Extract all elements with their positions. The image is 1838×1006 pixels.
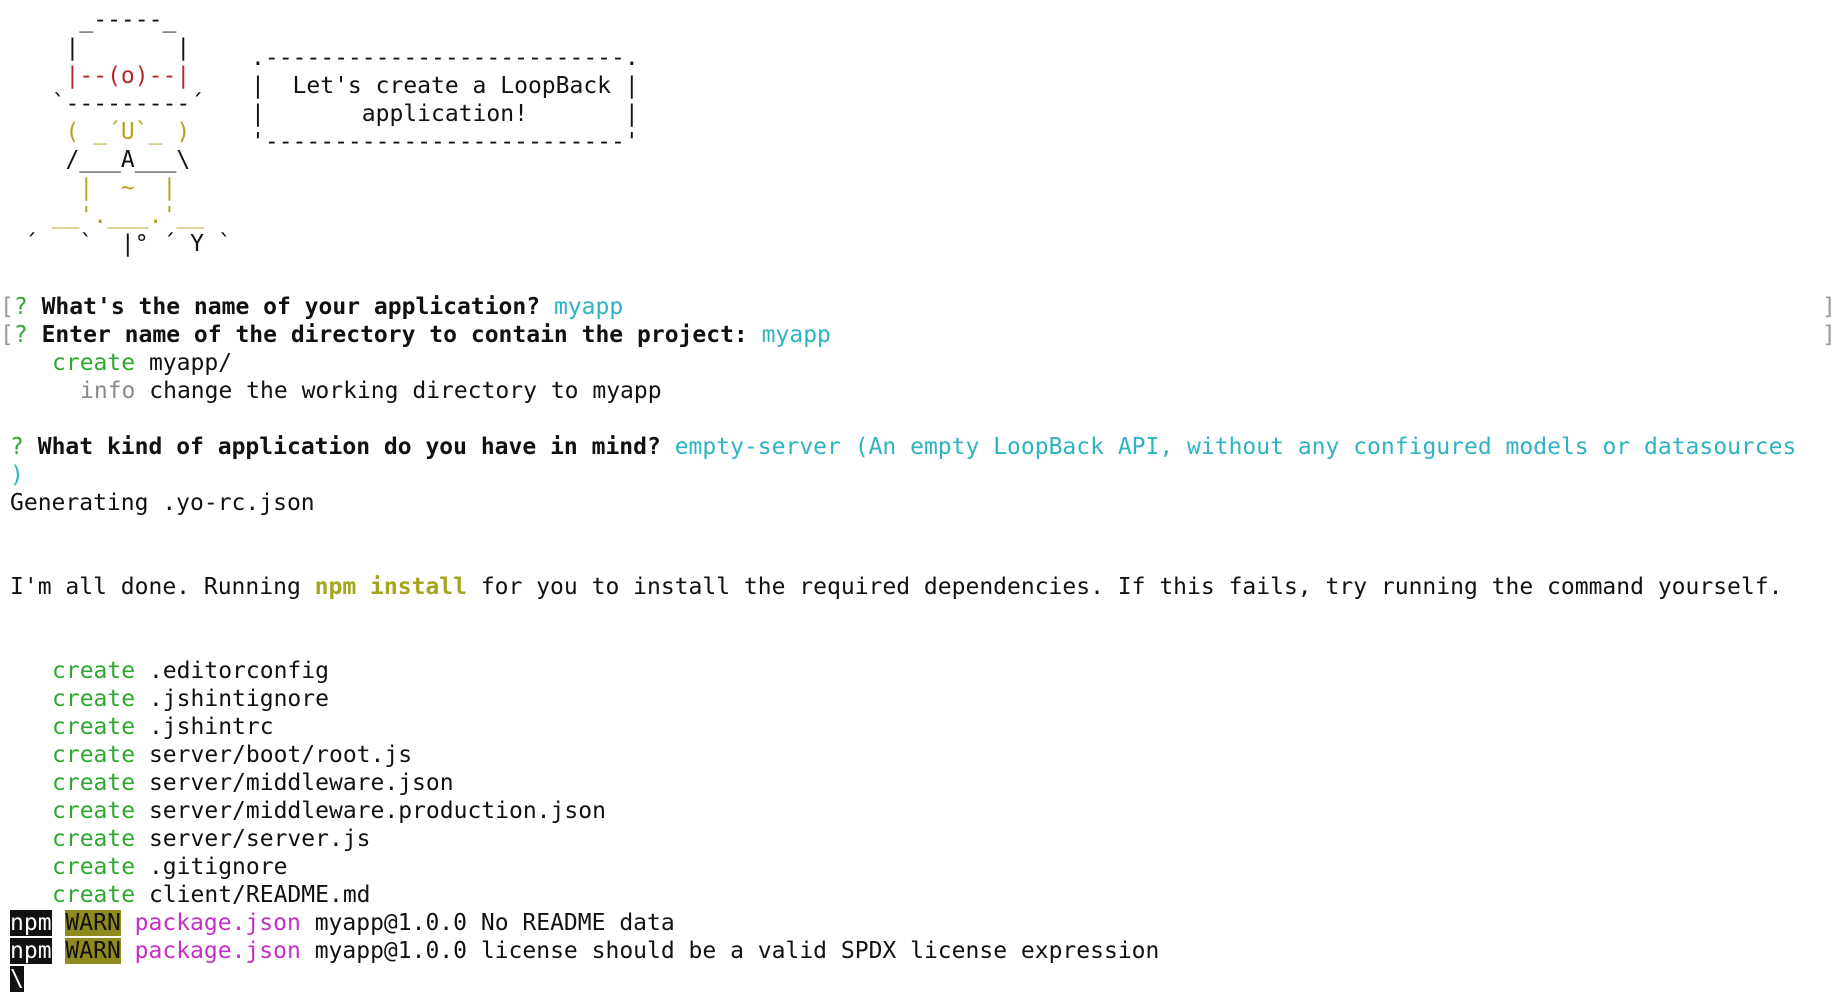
create-label: create [52, 686, 136, 712]
create-label: create [52, 350, 136, 376]
create-label: create [52, 826, 136, 852]
npm-install-highlight: npm install [314, 574, 467, 600]
done-message: I'm all done. Running npm install for yo… [10, 573, 1782, 601]
create-label: create [52, 714, 136, 740]
line-bracket: [ [0, 322, 14, 348]
cursor-block: \ [10, 966, 24, 992]
list-item: create client/README.md [52, 881, 371, 909]
file-path: .jshintignore [148, 686, 329, 712]
list-item: create .gitignore [52, 853, 287, 881]
bubble-line: | Let's create a LoopBack | [251, 73, 639, 99]
generating-line: Generating .yo-rc.json [10, 490, 315, 516]
question-mark-icon: ? [13, 294, 28, 320]
yeoman-line: `---------´ [24, 91, 246, 117]
bubble-line: .--------------------------. [251, 45, 639, 71]
done-text-after: for you to install the required dependen… [466, 574, 1783, 600]
info-label: info [80, 378, 136, 404]
terminal-cursor[interactable]: \ [10, 965, 24, 993]
list-item: create server/server.js [52, 825, 371, 853]
warn-badge: WARN [65, 910, 121, 936]
bubble-line: '--------------------------' [251, 129, 639, 155]
line-bracket-right: ] [1822, 322, 1836, 348]
npm-warning-line: npm WARN package.json myapp@1.0.0 No REA… [10, 909, 675, 937]
log-create: create myapp/ [52, 349, 232, 377]
yeoman-line: | | [24, 35, 246, 61]
prompt-question: What's the name of your application? [41, 294, 541, 320]
file-path: .jshintrc [148, 714, 274, 740]
prompt-answer-wrap: ) [10, 462, 24, 488]
file-path: server/middleware.production.json [148, 798, 606, 824]
create-label: create [52, 798, 136, 824]
list-item: create server/middleware.json [52, 769, 454, 797]
list-item: create server/middleware.production.json [52, 797, 606, 825]
file-path: server/middleware.json [148, 770, 454, 796]
prompt-answer: myapp [553, 294, 624, 320]
file-path: server/boot/root.js [148, 742, 413, 768]
list-item: create .jshintignore [52, 685, 329, 713]
yeoman-line: __'.___.'__ [24, 203, 246, 229]
warning-message: myapp@1.0.0 No README data [314, 910, 675, 936]
list-item: create server/boot/root.js [52, 741, 412, 769]
prompt-directory: [? Enter name of the directory to contai… [0, 321, 831, 349]
yeoman-line: |--(o)--| [24, 62, 246, 90]
warning-message: myapp@1.0.0 license should be a valid SP… [314, 938, 1160, 964]
file-path: .gitignore [148, 854, 288, 880]
warn-badge: WARN [65, 938, 121, 964]
create-path: myapp/ [148, 350, 233, 376]
create-label: create [52, 742, 136, 768]
done-text-before: I'm all done. Running [10, 574, 315, 600]
file-path: .editorconfig [148, 658, 329, 684]
question-mark-icon: ? [10, 434, 24, 460]
warning-source: package.json [134, 910, 301, 936]
yeoman-hat-brim: |--(o)--| [24, 63, 246, 89]
file-path: client/README.md [148, 882, 371, 908]
create-label: create [52, 882, 136, 908]
list-item: create .jshintrc [52, 713, 274, 741]
prompt-answer: myapp [761, 322, 831, 348]
yeoman-line: ´ ` |° ´ Y ` [24, 231, 246, 257]
terminal-window[interactable]: _-----_ | | |--(o)--| `---------´ ( _´U`… [0, 0, 1838, 1006]
prompt-answer: empty-server (An empty LoopBack API, wit… [674, 434, 1797, 460]
npm-tag: npm [10, 938, 52, 964]
prompt-app-kind: ? What kind of application do you have i… [10, 433, 1796, 461]
bubble-line: | application! | [251, 101, 639, 127]
list-item: create .editorconfig [52, 657, 329, 685]
yeoman-line: ( _´U`_ ) [24, 119, 246, 145]
yeoman-line: /___A___\ [24, 147, 232, 173]
info-text: change the working directory to myapp [149, 378, 662, 404]
prompt-app-name: [? What's the name of your application? … [0, 293, 623, 321]
question-mark-icon: ? [13, 322, 28, 348]
npm-tag: npm [10, 910, 52, 936]
prompt-question: Enter name of the directory to contain t… [41, 322, 748, 348]
warning-source: package.json [134, 938, 301, 964]
line-bracket-right: ] [1822, 294, 1836, 320]
prompt-question: What kind of application do you have in … [37, 434, 661, 460]
npm-warning-line: npm WARN package.json myapp@1.0.0 licens… [10, 937, 1159, 965]
create-label: create [52, 658, 136, 684]
yeoman-line: | ~ | [24, 175, 246, 201]
create-label: create [52, 854, 136, 880]
create-label: create [52, 770, 136, 796]
file-path: server/server.js [148, 826, 371, 852]
log-info: info change the working directory to mya… [80, 377, 662, 405]
yeoman-line: _-----_ [24, 7, 246, 33]
line-bracket: [ [0, 294, 14, 320]
